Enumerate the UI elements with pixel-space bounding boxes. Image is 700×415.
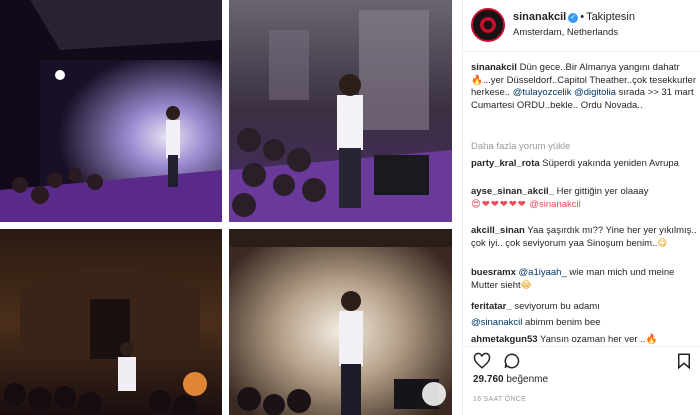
- comment-username[interactable]: akcill_sinan: [471, 225, 525, 236]
- follow-status[interactable]: Takiptesin: [586, 11, 635, 23]
- post-author-username[interactable]: sinanakcil: [513, 11, 566, 23]
- heart-emoji-icon: ❤: [490, 198, 499, 210]
- verified-badge-icon: ✓: [568, 13, 579, 23]
- likes-number: 29.760: [473, 374, 504, 385]
- caption-mention-2[interactable]: @digitolia: [574, 87, 616, 98]
- comment-item: feritatar_ seviyorum bu adamı: [471, 301, 697, 314]
- comment-text: Yansın ozaman her ver ..: [540, 334, 646, 345]
- post-caption: sinanakcil Dün gece..Bir Almanya yangını…: [471, 62, 697, 112]
- post-timestamp[interactable]: 16 SAAT ÖNCE: [473, 396, 526, 403]
- concert-photo-1: [0, 0, 222, 222]
- heart-emoji-icon: ❤: [481, 198, 490, 210]
- fire-emoji-icon: 🔥: [471, 74, 483, 86]
- comment-item: akcill_sinan Yaa şaşırdık mı?? Yine her …: [471, 225, 697, 250]
- post-author-line: sinanakcil ✓ • Takiptesin: [513, 11, 635, 23]
- concert-photo-4: [229, 229, 452, 415]
- comment-text: seviyorum bu adamı: [514, 301, 600, 312]
- comment-item: ayse_sinan_akcil_ Her gittiğin yer olaaa…: [471, 186, 697, 211]
- caption-author[interactable]: sinanakcil: [471, 62, 517, 73]
- photo-collage[interactable]: [0, 0, 452, 415]
- comment-username[interactable]: buesramx: [471, 267, 516, 278]
- heart-emoji-icon: ❤: [499, 198, 508, 210]
- heart-emoji-icon: ❤: [517, 198, 526, 210]
- caption-text-1: Dün gece..Bir Almanya yangını dahatr: [519, 62, 680, 73]
- laughing-emoji-icon: 😂: [520, 279, 532, 291]
- comment-username[interactable]: ayse_sinan_akcil_: [471, 186, 554, 197]
- heart-emoji-icon: ❤: [508, 198, 517, 210]
- likes-count[interactable]: 29.760 beğenme: [473, 374, 548, 385]
- comment-text: Süperdi yakında yeniden Avrupa: [542, 158, 679, 169]
- concert-photo-3: [0, 229, 222, 415]
- bookmark-icon[interactable]: [675, 352, 693, 370]
- comment-username[interactable]: ahmetakgun53: [471, 334, 538, 345]
- smile-emoji-icon: 😋: [657, 237, 668, 249]
- heart-emoji-row: 😍❤❤❤❤❤ @sinanakcil: [471, 199, 697, 212]
- comment-username[interactable]: feritatar_: [471, 301, 512, 312]
- likes-label: beğenme: [506, 374, 549, 385]
- caption-mention-1[interactable]: @tulayozcelik: [513, 87, 572, 98]
- avatar[interactable]: [471, 8, 505, 42]
- fire-emoji-icon: 🔥: [645, 334, 658, 345]
- comment-username[interactable]: party_kral_rota: [471, 158, 540, 169]
- load-more-comments[interactable]: Daha fazla yorum yükle: [471, 141, 697, 154]
- speech-bubble-icon[interactable]: [503, 352, 521, 370]
- comment-mention[interactable]: @sinanakcil: [471, 317, 522, 328]
- post-header: sinanakcil ✓ • Takiptesin Amsterdam, Nether…: [463, 0, 700, 52]
- comment-item: ahmetakgun53 Yansın ozaman her ver ..🔥: [471, 334, 697, 347]
- heart-eyes-emoji-icon: 😍: [471, 198, 481, 210]
- concert-photo-2: [229, 0, 452, 222]
- post-side-panel: sinanakcil ✓ • Takiptesin Amsterdam, Nether…: [462, 0, 700, 415]
- comment-item: @sinanakcil abimm benim bee: [471, 317, 697, 330]
- action-bar: [463, 346, 700, 372]
- comment-item: party_kral_rota Süperdi yakında yeniden …: [471, 158, 697, 171]
- comment-item: buesramx @a1iyaah_ wie man mich und mein…: [471, 267, 697, 292]
- comment-mention[interactable]: @a1iyaah_: [519, 267, 567, 278]
- separator-dot: •: [580, 11, 585, 23]
- comment-text: abimm benim bee: [525, 317, 601, 328]
- comment-mention[interactable]: @sinanakcil: [529, 199, 580, 210]
- post-location[interactable]: Amsterdam, Netherlands: [513, 27, 618, 38]
- heart-icon[interactable]: [473, 352, 491, 370]
- comment-text: Her gittiğin yer olaaay: [556, 186, 649, 197]
